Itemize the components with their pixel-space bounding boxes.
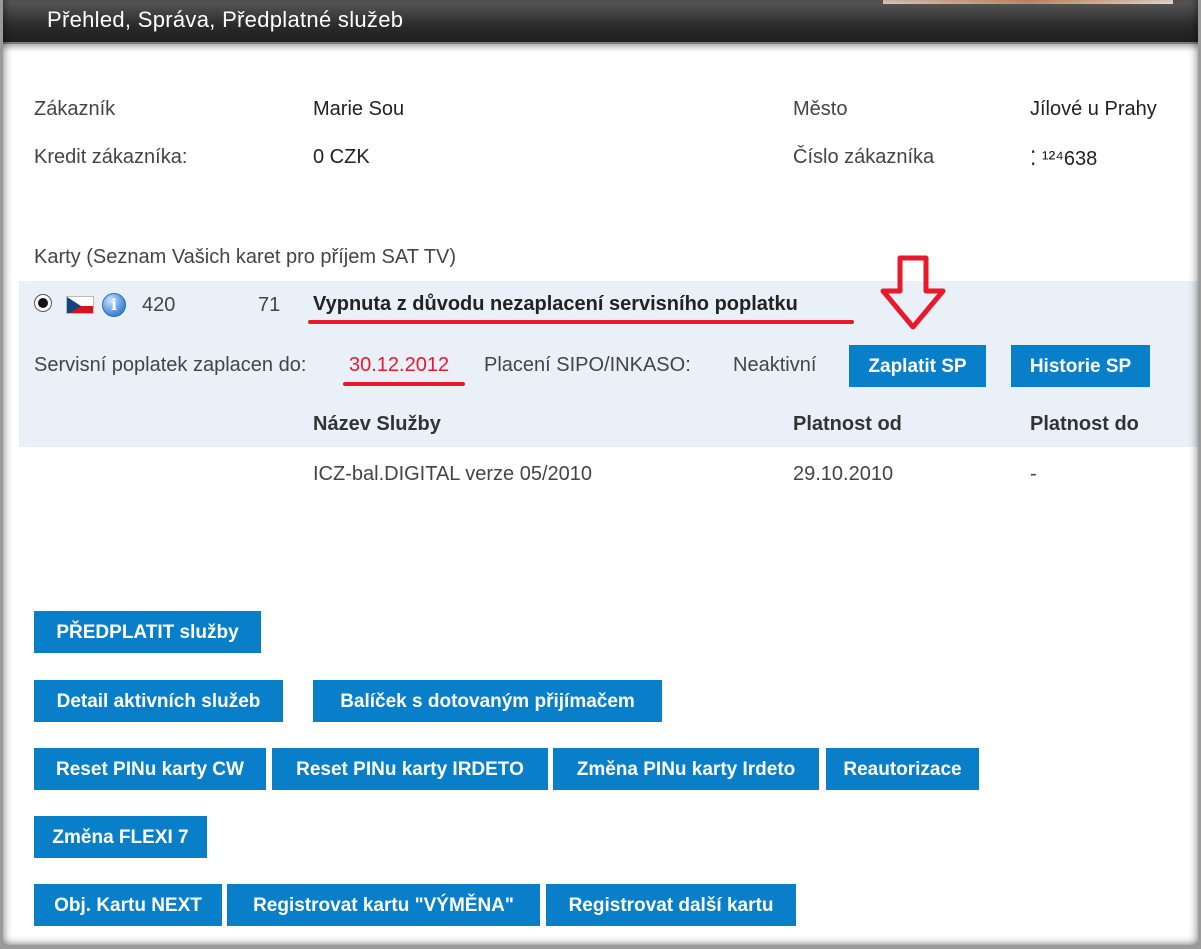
service-valid-from: 29.10.2010 xyxy=(793,463,894,485)
column-header-service: Název Služby xyxy=(313,413,441,435)
customer-number-value: ⁚ ¹²⁴638 xyxy=(1030,148,1098,170)
pay-fee-button[interactable]: Zaplatit SP xyxy=(849,345,986,387)
customer-name: Marie Sou xyxy=(313,98,405,120)
reset-pin-cw-button[interactable]: Reset PINu karty CW xyxy=(34,748,266,790)
sipo-value: Neaktivní xyxy=(733,354,817,376)
change-pin-irdeto-button[interactable]: Změna PINu karty Irdeto xyxy=(553,748,819,790)
credit-value: 0 CZK xyxy=(313,146,370,168)
change-flexi-button[interactable]: Změna FLEXI 7 xyxy=(34,816,207,858)
window-titlebar: Přehled, Správa, Předplatné služeb xyxy=(0,0,1201,44)
card-number-start: 420 xyxy=(142,294,176,316)
window-frame xyxy=(0,0,1201,949)
radio-selected-icon[interactable] xyxy=(34,294,52,312)
window-title: Přehled, Správa, Předplatné služeb xyxy=(47,7,404,32)
sipo-label: Placení SIPO/INKASO: xyxy=(484,354,691,376)
column-header-valid-to: Platnost do xyxy=(1030,413,1139,435)
service-valid-to: - xyxy=(1030,463,1037,485)
customer-number-label: Číslo zákazníka xyxy=(793,146,935,168)
order-card-next-button[interactable]: Obj. Kartu NEXT xyxy=(34,884,222,926)
titlebar-decoration xyxy=(883,0,1173,4)
service-name: ICZ-bal.DIGITAL verze 05/2010 xyxy=(313,463,593,485)
czech-flag-icon xyxy=(66,296,94,314)
city-label: Město xyxy=(793,98,848,120)
subsidized-package-button[interactable]: Balíček s dotovaným přijímačem xyxy=(313,680,662,722)
customer-label: Zákazník xyxy=(34,98,116,120)
cards-section-title: Karty (Seznam Vašich karet pro příjem SA… xyxy=(34,246,456,268)
credit-label: Kredit zákazníka: xyxy=(34,146,188,168)
city-value: Jílové u Prahy xyxy=(1030,98,1157,120)
fee-paid-date: 30.12.2012 xyxy=(349,354,450,376)
fee-history-button[interactable]: Historie SP xyxy=(1011,345,1150,387)
card-status: Vypnuta z důvodu nezaplacení servisního … xyxy=(313,293,798,315)
red-down-arrow-icon xyxy=(880,255,946,330)
info-icon[interactable]: i xyxy=(102,293,126,317)
register-exchange-card-button[interactable]: Registrovat kartu "VÝMĚNA" xyxy=(227,884,540,926)
reset-pin-irdeto-button[interactable]: Reset PINu karty IRDETO xyxy=(272,748,548,790)
column-header-valid-from: Platnost od xyxy=(793,413,902,435)
active-services-detail-button[interactable]: Detail aktivních služeb xyxy=(34,680,283,722)
status-underline xyxy=(308,320,854,324)
fee-paid-label: Servisní poplatek zaplacen do: xyxy=(34,354,307,376)
reauthorize-button[interactable]: Reautorizace xyxy=(826,748,979,790)
subscribe-services-button[interactable]: PŘEDPLATIT služby xyxy=(34,611,261,653)
date-underline xyxy=(343,382,465,386)
register-another-card-button[interactable]: Registrovat další kartu xyxy=(546,884,796,926)
card-number-end: 71 xyxy=(258,294,281,316)
